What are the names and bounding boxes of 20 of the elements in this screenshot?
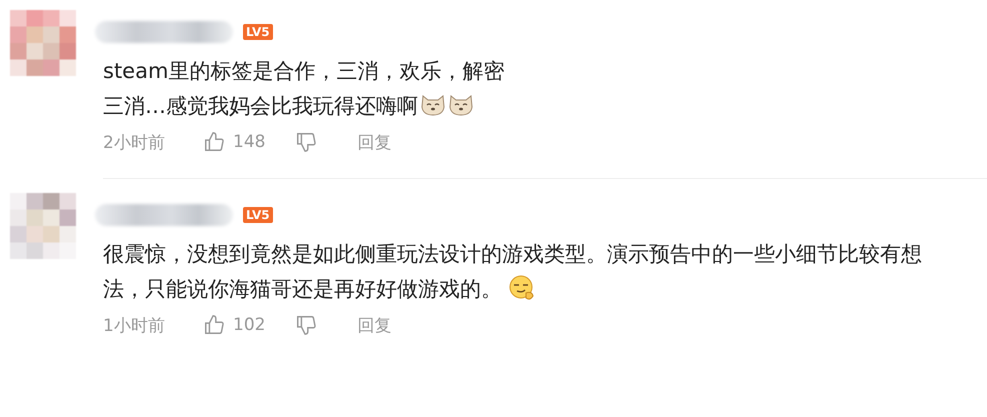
thumbs-down-icon <box>295 131 318 153</box>
level-badge: LV5 <box>243 24 273 40</box>
comment-text: steam里的标签是合作，三消，欢乐，解密 <box>103 58 506 85</box>
comment-text: 三消…感觉我妈会比我玩得还嗨啊 <box>103 89 963 124</box>
dislike-button[interactable] <box>295 131 318 153</box>
thumbs-up-icon <box>203 314 225 336</box>
thumbs-down-icon <box>295 314 318 336</box>
comment-time: 1小时前 <box>103 314 166 336</box>
reply-button[interactable]: 回复 <box>357 314 392 336</box>
dislike-button[interactable] <box>295 314 318 336</box>
reply-button[interactable]: 回复 <box>357 130 392 154</box>
thumbs-up-icon <box>203 131 225 153</box>
smirk-face-icon <box>508 274 536 302</box>
comment-text: 很震惊，没想到竟然是如此侧重玩法设计的游戏类型。演示预告中的一些小细节比较有想法，只能说你海猫哥还是再好好做游戏的。 <box>103 241 923 304</box>
avatar-drawing <box>10 193 76 259</box>
level-badge: LV5 <box>243 207 273 223</box>
comment-time: 2小时前 <box>103 132 166 154</box>
like-button[interactable]: 102 <box>203 314 266 336</box>
avatar-drawing <box>10 10 76 76</box>
like-button[interactable]: 148 <box>203 131 266 153</box>
